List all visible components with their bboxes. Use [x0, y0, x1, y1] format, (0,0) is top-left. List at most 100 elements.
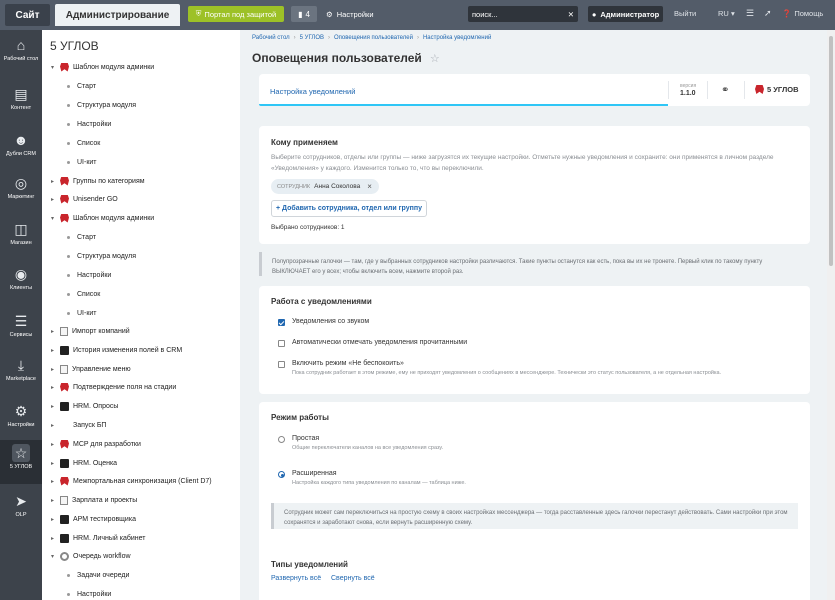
tree-node-label: Группы по категориям [73, 177, 145, 185]
scrollbar-thumb[interactable] [829, 36, 833, 266]
language-label: RU [718, 9, 729, 18]
checkbox[interactable] [278, 319, 285, 326]
tree-node[interactable]: ▸ Импорт компаний [51, 324, 130, 338]
nav-content[interactable]: ▤ Контент [0, 85, 42, 125]
chevron-right-icon[interactable]: ▸ [51, 328, 56, 335]
tree-node[interactable]: ▸ История изменения полей в CRM [51, 343, 182, 357]
tree-node-label: Настройки [77, 271, 112, 279]
close-icon[interactable]: × [367, 182, 372, 191]
nav-5-corners[interactable]: ☆ 5 УГЛОВ [0, 440, 42, 484]
tree-node[interactable]: ▸ Межпортальная синхронизация (Client D7) [51, 474, 212, 488]
mode-extended-radio[interactable]: Расширенная Настройка каждого типа уведом… [278, 470, 466, 486]
checkbox[interactable] [278, 340, 285, 347]
site-tab[interactable]: Сайт [5, 4, 50, 26]
add-employee-button[interactable]: + Добавить сотрудника, отдел или группу [271, 200, 427, 217]
tree-node[interactable]: Список [64, 136, 100, 150]
nav-label: Настройки [7, 422, 35, 428]
tree-node[interactable]: ▸ HRM. Опросы [51, 399, 118, 413]
chevron-right-icon[interactable]: ▸ [51, 366, 56, 373]
tree-node[interactable]: ▸ Группы по категориям [51, 174, 145, 188]
tree-node[interactable]: Задачи очереди [64, 568, 129, 582]
language-select[interactable]: RU ▾ [718, 9, 735, 18]
chevron-right-icon[interactable]: ▸ [51, 535, 56, 542]
tree-node[interactable]: ▸ Unisender GO [51, 192, 118, 206]
chevron-right-icon[interactable]: ▸ [51, 516, 56, 523]
tree-node[interactable]: UI-кит [64, 306, 97, 320]
collapse-all-link[interactable]: Свернуть всё [331, 575, 375, 582]
tree-node[interactable]: Настройки [64, 268, 111, 282]
chevron-right-icon[interactable]: ▸ [51, 384, 56, 391]
settings-button[interactable]: ⚙ Настройки [326, 6, 374, 22]
radio[interactable] [278, 436, 285, 443]
admin-tab[interactable]: Администрирование [55, 4, 180, 26]
chevron-right-icon[interactable]: ▸ [51, 178, 56, 185]
tree-node[interactable]: ▸ Подтверждение поля на стадии [51, 380, 176, 394]
chevron-right-icon[interactable]: ▸ [51, 497, 56, 504]
star-icon[interactable]: ☆ [430, 52, 440, 65]
breadcrumb-item[interactable]: 5 УГЛОВ [300, 35, 324, 41]
tree-node[interactable]: ▸ Управление меню [51, 362, 131, 376]
tree-node-label: Подтверждение поля на стадии [73, 383, 177, 391]
tree-node[interactable]: ▾ Очередь workflow [51, 549, 131, 563]
chevron-right-icon[interactable]: ▸ [51, 196, 56, 203]
tree-node[interactable]: UI-кит [64, 155, 97, 169]
chevron-right-icon[interactable]: ▸ [51, 422, 56, 429]
breadcrumb-item[interactable]: Оповещения пользователей [334, 35, 413, 41]
tree-node[interactable]: ▸ АРМ тестировщика [51, 512, 136, 526]
logo-text: 5 УГЛОВ [767, 85, 799, 94]
tree-node[interactable]: Настройки [64, 587, 111, 600]
expand-all-link[interactable]: Развернуть всё [271, 575, 321, 582]
user-button[interactable]: ● Администратор [588, 6, 663, 22]
tree-node[interactable]: Старт [64, 230, 96, 244]
tree-node[interactable]: ▸ Зарплата и проекты [51, 493, 137, 507]
tree-node[interactable]: Список [64, 287, 100, 301]
chevron-down-icon[interactable]: ▾ [51, 64, 56, 71]
scrollbar[interactable] [827, 30, 835, 600]
nav-marketing[interactable]: ◎ Маркетинг [0, 174, 42, 214]
tree-node[interactable]: Старт [64, 79, 96, 93]
dnd-checkbox[interactable]: Включить режим «Не беспокоить» Пока сотру… [278, 360, 798, 376]
headset-icon[interactable]: ⚭ [721, 85, 729, 96]
nav-clients[interactable]: ◉ Клиенты [0, 265, 42, 305]
nav-shop[interactable]: ◫ Магазин [0, 220, 42, 260]
tree-node[interactable]: Структура модуля [64, 249, 136, 263]
mode-simple-radio[interactable]: Простая Общие переключатели каналов на вс… [278, 435, 443, 451]
protection-button[interactable]: ⛨ Портал под защитой [188, 6, 284, 22]
list-icon[interactable]: ☰ [746, 8, 754, 19]
nav-settings[interactable]: ⚙ Настройки [0, 402, 42, 442]
tree-node[interactable]: ▸ Запуск БП [51, 418, 106, 432]
auto-read-checkbox[interactable]: Автоматически отмечать уведомления прочи… [278, 339, 467, 347]
chevron-right-icon[interactable]: ▸ [51, 478, 56, 485]
sound-checkbox[interactable]: Уведомления со звуком [278, 318, 369, 326]
chevron-right-icon[interactable]: ▸ [51, 441, 56, 448]
nav-marketplace[interactable]: ⤓ Marketplace [0, 356, 42, 396]
chevron-right-icon[interactable]: ▸ [51, 403, 56, 410]
chevron-right-icon[interactable]: ▸ [51, 460, 56, 467]
chevron-right-icon[interactable]: ▸ [51, 347, 56, 354]
nav-desktop[interactable]: ⌂ Рабочий стол [0, 36, 42, 76]
tree-node[interactable]: ▾ Шаблон модуля админки [51, 211, 154, 225]
close-icon[interactable]: ✕ [568, 10, 574, 19]
logout-link[interactable]: Выйти [674, 9, 696, 18]
search-input[interactable]: поиск... ✕ [468, 6, 578, 22]
arrow-circle-icon: ➤ [15, 492, 27, 509]
tree-node[interactable]: Настройки [64, 117, 111, 131]
tree-node[interactable]: ▸ HRM. Оценка [51, 456, 117, 470]
tree-node[interactable]: ▸ HRM. Личный кабинет [51, 531, 146, 545]
tree-node[interactable]: Структура модуля [64, 98, 136, 112]
checkbox-description: Пока сотрудник работает в этом режиме, е… [292, 370, 722, 376]
help-link[interactable]: ❓ Помощь [782, 9, 823, 18]
notifications-counter[interactable]: ▮ 4 [291, 6, 317, 22]
pin-icon[interactable]: ➚ [764, 8, 772, 19]
radio[interactable] [278, 471, 285, 478]
chevron-down-icon[interactable]: ▾ [51, 553, 56, 560]
nav-crm-duplicates[interactable]: ☻ Дубли CRM [0, 131, 42, 171]
nav-olp[interactable]: ➤ OLP [0, 492, 42, 532]
chevron-down-icon[interactable]: ▾ [51, 215, 56, 222]
breadcrumb-item[interactable]: Рабочий стол [252, 35, 290, 41]
nav-services[interactable]: ☰ Сервисы [0, 312, 42, 352]
tree-node[interactable]: ▸ MCP для разработки [51, 437, 141, 451]
checkbox[interactable] [278, 361, 285, 368]
tab-notification-settings[interactable]: Настройка уведомлений [270, 87, 355, 96]
tree-node[interactable]: ▾ Шаблон модуля админки [51, 60, 154, 74]
